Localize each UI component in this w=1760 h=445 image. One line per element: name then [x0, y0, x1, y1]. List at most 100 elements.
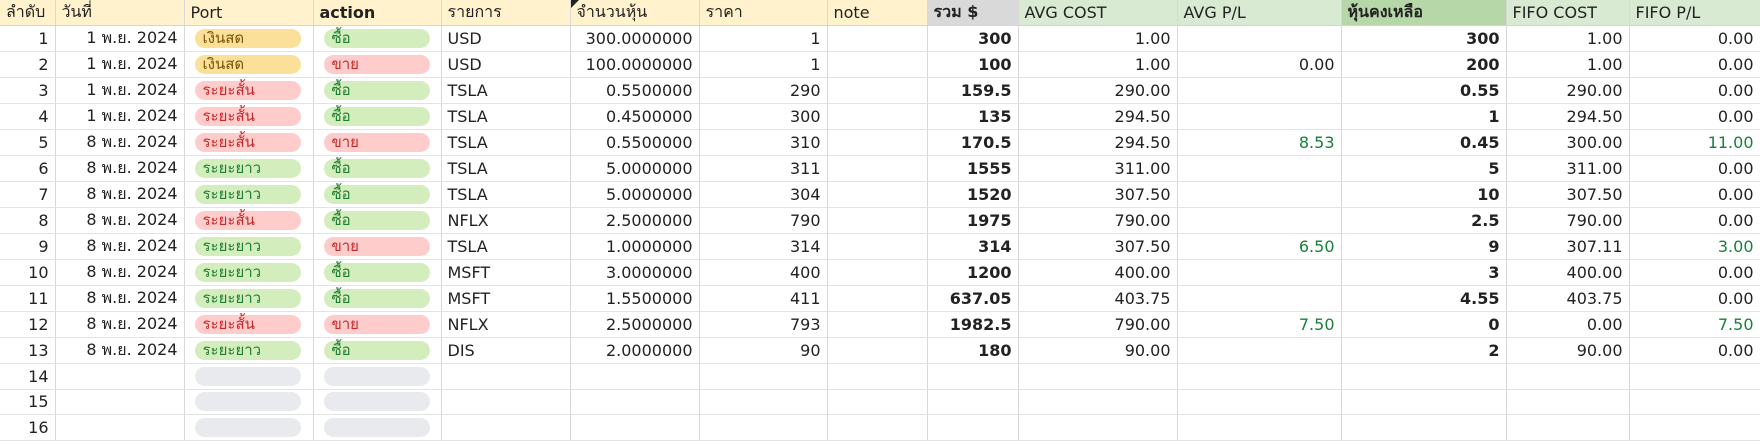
cell-port[interactable]: ระยะยาว	[184, 181, 314, 208]
cell-date[interactable]: 8 พ.ย. 2024	[55, 259, 185, 286]
header-total[interactable]: รวม $	[927, 0, 1019, 26]
cell-date[interactable]: 8 พ.ย. 2024	[55, 285, 185, 312]
cell-remaining[interactable]: 0	[1341, 311, 1507, 338]
action-chip[interactable]: ขาย	[323, 55, 430, 74]
cell-avg-pl[interactable]	[1177, 103, 1342, 130]
cell-fifo-cost[interactable]: 311.00	[1506, 155, 1630, 182]
cell-fifo-pl[interactable]: 0.00	[1629, 181, 1760, 208]
header-qty[interactable]: จำนวนหุ้น	[570, 0, 700, 26]
cell-date[interactable]: 1 พ.ย. 2024	[55, 77, 185, 104]
cell-avg-cost[interactable]	[1018, 414, 1178, 441]
cell-remaining[interactable]: 200	[1341, 51, 1507, 78]
cell-avg-cost[interactable]: 790.00	[1018, 207, 1178, 234]
action-chip[interactable]: ซื้อ	[323, 81, 430, 100]
cell-date[interactable]: 8 พ.ย. 2024	[55, 181, 185, 208]
cell-remaining[interactable]: 1	[1341, 103, 1507, 130]
cell-fifo-cost[interactable]: 290.00	[1506, 77, 1630, 104]
cell-fifo-pl[interactable]: 0.00	[1629, 51, 1760, 78]
cell-remaining[interactable]: 4.55	[1341, 285, 1507, 312]
cell-note[interactable]	[827, 77, 928, 104]
cell-item[interactable]: TSLA	[441, 155, 571, 182]
cell-total[interactable]: 100	[927, 51, 1019, 78]
cell-port[interactable]	[184, 414, 314, 441]
cell-date[interactable]: 8 พ.ย. 2024	[55, 129, 185, 156]
cell-item[interactable]: NFLX	[441, 311, 571, 338]
cell-date[interactable]: 8 พ.ย. 2024	[55, 207, 185, 234]
cell-fifo-pl[interactable]	[1629, 389, 1760, 415]
action-chip[interactable]	[323, 417, 430, 437]
action-chip[interactable]	[323, 366, 430, 386]
header-avg-pl[interactable]: AVG P/L	[1177, 0, 1342, 26]
cell-no[interactable]: 16	[0, 414, 56, 441]
cell-note[interactable]	[827, 337, 928, 364]
cell-note[interactable]	[827, 181, 928, 208]
cell-avg-cost[interactable]: 311.00	[1018, 155, 1178, 182]
cell-avg-cost[interactable]: 1.00	[1018, 51, 1178, 78]
cell-remaining[interactable]: 10	[1341, 181, 1507, 208]
cell-price[interactable]	[699, 389, 828, 415]
cell-price[interactable]: 304	[699, 181, 828, 208]
cell-avg-cost[interactable]: 307.50	[1018, 233, 1178, 260]
cell-date[interactable]	[55, 363, 185, 390]
cell-total[interactable]: 1982.5	[927, 311, 1019, 338]
cell-fifo-cost[interactable]: 790.00	[1506, 207, 1630, 234]
cell-note[interactable]	[827, 363, 928, 390]
cell-item[interactable]	[441, 414, 571, 441]
cell-fifo-cost[interactable]: 300.00	[1506, 129, 1630, 156]
cell-fifo-pl[interactable]: 0.00	[1629, 285, 1760, 312]
cell-port[interactable]: ระยะสั้น	[184, 103, 314, 130]
cell-item[interactable]: DIS	[441, 337, 571, 364]
cell-avg-cost[interactable]: 400.00	[1018, 259, 1178, 286]
cell-avg-pl[interactable]: 8.53	[1177, 129, 1342, 156]
cell-remaining[interactable]	[1341, 363, 1507, 390]
cell-avg-cost[interactable]: 294.50	[1018, 103, 1178, 130]
cell-no[interactable]: 9	[0, 233, 56, 260]
cell-date[interactable]	[55, 414, 185, 441]
cell-avg-pl[interactable]	[1177, 389, 1342, 415]
cell-price[interactable]: 90	[699, 337, 828, 364]
cell-action[interactable]: ซื้อ	[313, 337, 442, 364]
cell-action[interactable]: ซื้อ	[313, 103, 442, 130]
port-chip[interactable]	[194, 417, 301, 437]
cell-fifo-pl[interactable]: 0.00	[1629, 25, 1760, 52]
cell-action[interactable]	[313, 389, 442, 415]
cell-total[interactable]: 314	[927, 233, 1019, 260]
cell-avg-pl[interactable]	[1177, 155, 1342, 182]
header-avg-cost[interactable]: AVG COST	[1018, 0, 1178, 26]
action-chip[interactable]: ซื้อ	[323, 185, 430, 204]
cell-port[interactable]: เงินสด	[184, 25, 314, 52]
cell-qty[interactable]: 0.5500000	[570, 129, 700, 156]
cell-avg-pl[interactable]: 0.00	[1177, 51, 1342, 78]
cell-item[interactable]	[441, 389, 571, 415]
cell-qty[interactable]	[570, 414, 700, 441]
cell-price[interactable]: 793	[699, 311, 828, 338]
cell-avg-pl[interactable]	[1177, 285, 1342, 312]
cell-avg-pl[interactable]	[1177, 414, 1342, 441]
cell-no[interactable]: 8	[0, 207, 56, 234]
cell-qty[interactable]: 2.5000000	[570, 311, 700, 338]
port-chip[interactable]: ระยะยาว	[194, 263, 301, 282]
action-chip[interactable]	[323, 392, 430, 412]
cell-fifo-cost[interactable]: 294.50	[1506, 103, 1630, 130]
cell-avg-cost[interactable]: 307.50	[1018, 181, 1178, 208]
cell-action[interactable]: ซื้อ	[313, 25, 442, 52]
cell-fifo-cost[interactable]: 0.00	[1506, 311, 1630, 338]
cell-note[interactable]	[827, 285, 928, 312]
cell-no[interactable]: 10	[0, 259, 56, 286]
cell-remaining[interactable]	[1341, 414, 1507, 441]
action-chip[interactable]: ซื้อ	[323, 211, 430, 230]
cell-item[interactable]: USD	[441, 51, 571, 78]
cell-port[interactable]: ระยะยาว	[184, 155, 314, 182]
cell-port[interactable]: ระยะยาว	[184, 337, 314, 364]
cell-fifo-pl[interactable]: 7.50	[1629, 311, 1760, 338]
cell-avg-pl[interactable]	[1177, 181, 1342, 208]
cell-port[interactable]: ระยะยาว	[184, 233, 314, 260]
cell-date[interactable]: 1 พ.ย. 2024	[55, 103, 185, 130]
cell-action[interactable]: ซื้อ	[313, 77, 442, 104]
cell-avg-pl[interactable]: 7.50	[1177, 311, 1342, 338]
header-fifo-cost[interactable]: FIFO COST	[1506, 0, 1630, 26]
cell-remaining[interactable]: 0.45	[1341, 129, 1507, 156]
cell-note[interactable]	[827, 155, 928, 182]
cell-fifo-cost[interactable]: 307.50	[1506, 181, 1630, 208]
cell-avg-pl[interactable]	[1177, 259, 1342, 286]
